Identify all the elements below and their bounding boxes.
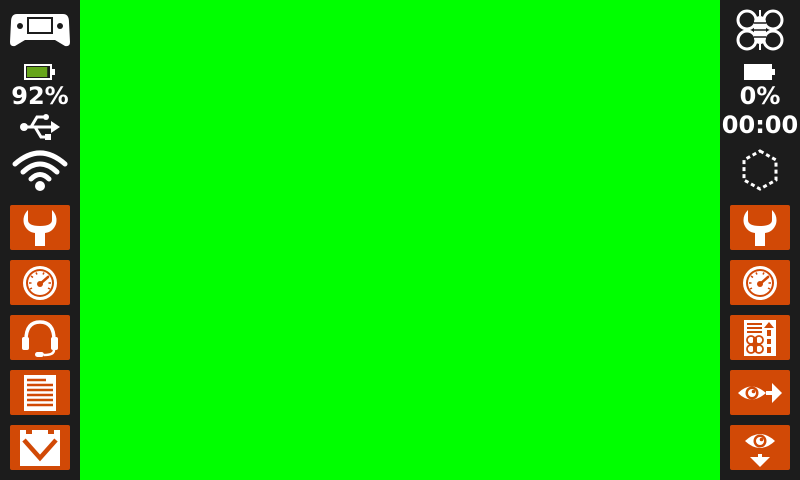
eye-forward-icon — [736, 378, 784, 408]
eye-down-icon — [742, 427, 778, 469]
drone-battery-percent: 0% — [739, 82, 781, 110]
support-button[interactable] — [10, 315, 70, 360]
usb-icon — [0, 112, 80, 142]
document-icon — [22, 373, 58, 413]
gauge-button[interactable] — [10, 260, 70, 305]
dashed-hexagon-icon — [720, 148, 800, 192]
drone-gauge-button[interactable] — [730, 260, 790, 305]
right-sidebar: 0% 00:00 — [720, 0, 800, 480]
gauge-icon — [21, 264, 59, 302]
gamepad-icon — [0, 10, 80, 48]
collapse-button[interactable] — [10, 425, 70, 470]
collapse-icon — [18, 428, 62, 468]
wrench-icon — [22, 208, 58, 248]
wrench-icon — [742, 208, 778, 248]
battery-icon — [720, 64, 800, 80]
flight-timer: 00:00 — [721, 111, 799, 139]
battery-icon — [0, 64, 80, 80]
wifi-icon — [0, 148, 80, 192]
log-button[interactable] — [10, 370, 70, 415]
camera-forward-button[interactable] — [730, 370, 790, 415]
camera-down-button[interactable] — [730, 425, 790, 470]
drone-checklist-button[interactable] — [730, 315, 790, 360]
gauge-icon — [741, 264, 779, 302]
settings-button[interactable] — [10, 205, 70, 250]
controller-battery-percent: 92% — [11, 82, 69, 110]
drone-icon — [720, 8, 800, 52]
drone-settings-button[interactable] — [730, 205, 790, 250]
drone-checklist-icon — [742, 318, 778, 358]
video-feed[interactable] — [80, 0, 720, 480]
headset-icon — [20, 318, 60, 358]
left-sidebar: 92% — [0, 0, 80, 480]
